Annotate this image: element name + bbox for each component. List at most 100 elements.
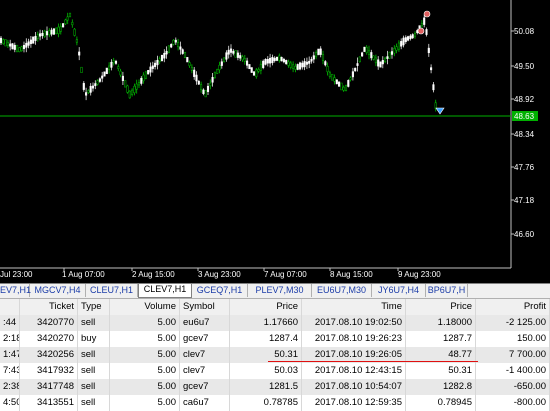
chart-tab[interactable]: EU6U7,M30 xyxy=(312,284,372,297)
candle-body xyxy=(340,82,343,91)
ticket-cell: 3417932 xyxy=(20,363,78,379)
profit-cell: -650.00 xyxy=(476,379,550,395)
candle-body xyxy=(386,56,389,59)
candle-body xyxy=(246,60,249,66)
time-label: 3 Aug 23:00 xyxy=(198,270,241,279)
open-price-cell: 0.78785 xyxy=(230,395,302,411)
table-row[interactable]: 4:50 3413551 sell 5.00 ca6u7 0.78785 2017.08.1… xyxy=(0,395,550,411)
close-arrow-icon[interactable] xyxy=(435,107,445,115)
candle-body xyxy=(379,61,382,68)
candle-body xyxy=(264,59,267,65)
time-label: 8 Aug 15:00 xyxy=(330,270,373,279)
candle-body xyxy=(43,30,46,37)
candle-body xyxy=(29,39,32,44)
symbol-header[interactable]: Symbol xyxy=(180,299,230,315)
table-row[interactable]: :44 3420770 sell 5.00 eu6u7 1.17660 2017.08.10… xyxy=(0,315,550,331)
price-label: 47.76 xyxy=(514,163,535,172)
candle-body xyxy=(147,70,150,75)
candle-body xyxy=(167,45,170,53)
open-price-cell: 50.03 xyxy=(230,363,302,379)
candle-body xyxy=(216,69,219,74)
candle-body xyxy=(110,61,113,68)
candle-body xyxy=(96,80,99,85)
price-label: 46.60 xyxy=(514,230,535,239)
candle-body xyxy=(200,84,203,90)
chart-tab[interactable]: CLEU7,H1 xyxy=(86,284,138,297)
candle-body xyxy=(211,77,214,83)
time-label: Jul 23:00 xyxy=(0,270,33,279)
candle-body xyxy=(183,51,187,59)
time-cell: 2017.08.10 10:54:07 xyxy=(302,379,406,395)
candle-body xyxy=(236,52,239,58)
candle-body xyxy=(137,82,141,86)
time-cell: 2017.08.10 19:26:23 xyxy=(302,331,406,347)
candle-body xyxy=(59,25,62,32)
chart-tabs-bar: EV7,H1 MGCV7,H4 CLEU7,H1 CLEV7,H1 GCEQ7,H1 PL… xyxy=(0,283,550,299)
volume-cell: 5.00 xyxy=(110,363,180,379)
volume-header[interactable]: Volume xyxy=(110,299,180,315)
price-chart[interactable]: 48.63 50.08 49.50 48.92 48.34 47.76 47.1… xyxy=(0,0,550,283)
candle-body xyxy=(321,54,325,61)
chart-tab[interactable]: JY6U7,H4 xyxy=(372,284,426,297)
candle-body xyxy=(57,26,60,34)
candle-body xyxy=(239,55,242,59)
candle-body xyxy=(324,61,327,66)
time-cell: 2017.08.10 19:02:50 xyxy=(302,315,406,331)
candle-body xyxy=(82,83,85,90)
candle-body xyxy=(296,64,299,70)
chart-tab[interactable]: MGCV7,H4 xyxy=(30,284,86,297)
candle-body xyxy=(135,83,138,90)
candle-body xyxy=(85,92,88,96)
candle-body xyxy=(301,62,304,68)
profit-header[interactable]: Profit xyxy=(476,299,550,315)
candle-body xyxy=(358,56,361,63)
candle-body xyxy=(80,66,83,73)
candle-body xyxy=(317,48,320,56)
time-header[interactable]: Time xyxy=(302,299,406,315)
chart-tab[interactable]: BP6U7,H xyxy=(426,284,468,297)
candle-body xyxy=(384,57,387,62)
candle-body xyxy=(156,60,159,66)
candle-body xyxy=(335,79,338,85)
candle-body xyxy=(151,65,154,69)
sell-arrow-icon[interactable] xyxy=(417,27,425,35)
table-row[interactable]: 2:18 3420270 buy 5.00 gcev7 1287.4 2017.08.10 … xyxy=(0,331,550,347)
candle-body xyxy=(229,48,233,53)
candle-body xyxy=(50,29,53,35)
candle-body xyxy=(213,72,216,78)
candle-body xyxy=(133,85,136,94)
candle-body xyxy=(420,23,423,27)
candle-body xyxy=(347,80,350,87)
candle-body xyxy=(432,84,435,91)
open-time-cell: 7:43 xyxy=(0,363,20,379)
chart-tab[interactable]: EV7,H1 xyxy=(0,284,31,297)
candle-body xyxy=(303,61,306,68)
chart-tab[interactable]: PLEV7,M30 xyxy=(248,284,312,297)
candle-body xyxy=(13,44,16,50)
price-label: 48.34 xyxy=(514,130,535,139)
sell-arrow-icon[interactable] xyxy=(423,10,431,18)
candle-body xyxy=(193,69,196,77)
candle-body xyxy=(0,37,3,44)
candle-body xyxy=(342,86,345,91)
candle-body xyxy=(177,42,180,48)
candle-body xyxy=(338,81,341,87)
candle-body xyxy=(71,22,74,26)
open-time-header[interactable] xyxy=(0,299,20,315)
table-row[interactable]: 1:47 3420256 sell 5.00 clev7 50.31 2017.08.10 … xyxy=(0,347,550,363)
candle-body xyxy=(91,85,95,89)
candle-body xyxy=(395,46,398,51)
candle-body xyxy=(27,41,30,46)
type-header[interactable]: Type xyxy=(78,299,110,315)
candle-body xyxy=(6,41,9,46)
open-time-cell: 4:50 xyxy=(0,395,20,411)
candle-body xyxy=(292,64,295,69)
table-row[interactable]: 7:43 3417932 sell 5.00 clev7 50.03 2017.08.10 … xyxy=(0,363,550,379)
chart-tab[interactable]: GCEQ7,H1 xyxy=(192,284,248,297)
open-price-header[interactable]: Price xyxy=(230,299,302,315)
ticket-header[interactable]: Ticket xyxy=(20,299,78,315)
price-header[interactable]: Price xyxy=(406,299,476,315)
table-row[interactable]: 2:38 3417748 sell 5.00 gcev7 1281.5 2017.08.10… xyxy=(0,379,550,395)
chart-tab[interactable]: CLEV7,H1 xyxy=(138,284,192,298)
time-label: 9 Aug 23:00 xyxy=(398,270,441,279)
